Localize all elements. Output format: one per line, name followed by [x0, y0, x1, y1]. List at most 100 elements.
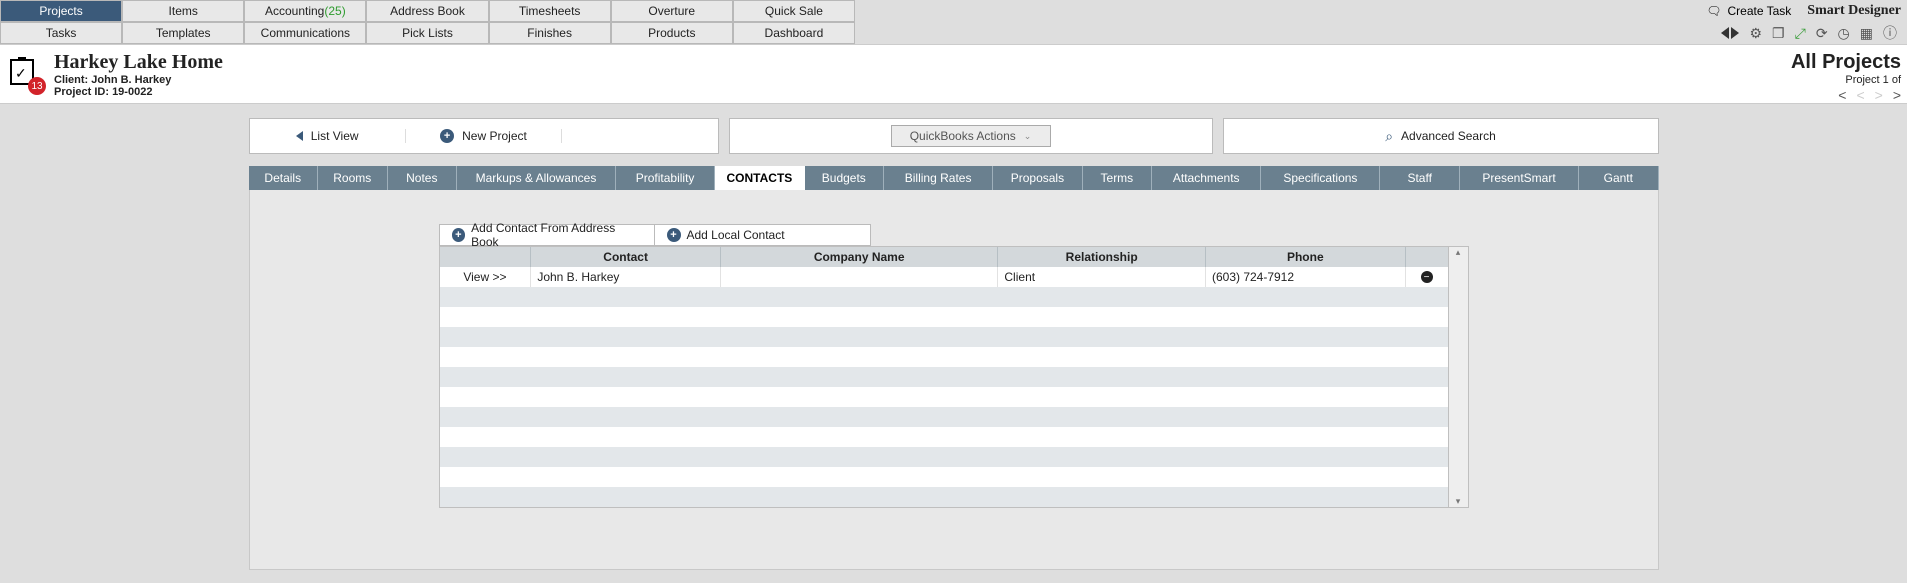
tab-proposals[interactable]: Proposals [993, 166, 1082, 190]
table-row-empty [440, 307, 1448, 327]
speech-icon: 🗨 [1706, 4, 1721, 18]
search-icon: ⌕ [1385, 128, 1393, 145]
table-row-empty [440, 427, 1448, 447]
nav-quick-sale[interactable]: Quick Sale [733, 0, 855, 22]
header-contact: Contact [531, 247, 721, 267]
tab-staff[interactable]: Staff [1380, 166, 1459, 190]
list-view-button[interactable]: List View [250, 129, 406, 143]
new-project-button[interactable]: + New Project [406, 129, 562, 143]
tab-presentsmart[interactable]: PresentSmart [1460, 166, 1579, 190]
table-row-empty [440, 407, 1448, 427]
view-button[interactable]: View >> [440, 267, 532, 287]
chevron-down-icon: ⌄ [1024, 131, 1032, 142]
left-toolbar-box: List View + New Project [249, 118, 719, 154]
expand-icon[interactable]: ⤢ [1795, 26, 1806, 40]
copy-icon[interactable]: ❐ [1772, 26, 1785, 40]
nav-dashboard[interactable]: Dashboard [733, 22, 855, 44]
grid-icon[interactable]: ▦ [1860, 26, 1873, 40]
nav-accounting[interactable]: Accounting (25) [244, 0, 366, 22]
scrollbar[interactable]: ▴ ▾ [1449, 246, 1469, 508]
tab-contacts[interactable]: CONTACTS [715, 166, 804, 190]
table-row-empty [440, 287, 1448, 307]
all-projects-label: All Projects [1791, 51, 1901, 74]
create-task-button[interactable]: 🗨 Create Task [1706, 4, 1791, 18]
delete-button[interactable]: − [1406, 267, 1448, 287]
table-row-empty [440, 487, 1448, 507]
tab-specifications[interactable]: Specifications [1261, 166, 1380, 190]
nav-pick-lists[interactable]: Pick Lists [366, 22, 488, 44]
brand-label: Smart Designer [1807, 3, 1901, 19]
tab-budgets[interactable]: Budgets [805, 166, 884, 190]
scroll-down-icon: ▾ [1456, 496, 1461, 507]
plus-icon: + [440, 129, 454, 143]
nav-address-book[interactable]: Address Book [366, 0, 488, 22]
cell-company [721, 267, 998, 287]
top-right-toolbar: 🗨 Create Task Smart Designer ⚙ ❐ ⤢ ⟳ ◷ ▦… [1706, 0, 1907, 44]
cell-phone: (603) 724-7912 [1206, 267, 1406, 287]
workspace: List View + New Project QuickBooks Actio… [0, 104, 1907, 570]
last-record-icon[interactable]: > [1893, 88, 1901, 102]
nav-products[interactable]: Products [611, 22, 733, 44]
add-local-contact-button[interactable]: + Add Local Contact [655, 224, 871, 246]
add-local-contact-label: Add Local Contact [687, 228, 785, 242]
record-nav-arrows[interactable] [1721, 27, 1739, 39]
tab-rooms[interactable]: Rooms [318, 166, 388, 190]
refresh-icon[interactable]: ⟳ [1816, 26, 1828, 40]
prev-icon [1721, 27, 1729, 39]
cell-contact: John B. Harkey [531, 267, 721, 287]
advanced-search-button[interactable]: ⌕ Advanced Search [1223, 118, 1659, 154]
project-header: ✓ 13 Harkey Lake Home Client: John B. Ha… [0, 44, 1907, 104]
table-row-empty [440, 447, 1448, 467]
nav-tasks[interactable]: Tasks [0, 22, 122, 44]
tab-profitability[interactable]: Profitability [616, 166, 715, 190]
plus-icon: + [452, 228, 466, 242]
nav-templates[interactable]: Templates [122, 22, 244, 44]
list-view-label: List View [311, 129, 359, 143]
tab-notes[interactable]: Notes [388, 166, 458, 190]
task-badge-button[interactable]: ✓ 13 [10, 59, 40, 89]
action-toolbar: List View + New Project QuickBooks Actio… [249, 118, 1659, 154]
gear-icon[interactable]: ⚙ [1749, 26, 1762, 40]
tab-markups-allowances[interactable]: Markups & Allowances [457, 166, 616, 190]
nav-projects[interactable]: Projects [0, 0, 122, 22]
create-task-label: Create Task [1727, 4, 1791, 18]
header-phone: Phone [1206, 247, 1406, 267]
contacts-table-header: Contact Company Name Relationship Phone [440, 247, 1448, 267]
quickbooks-label: QuickBooks Actions [910, 129, 1016, 143]
first-record-icon[interactable]: < [1838, 88, 1846, 102]
table-row-empty [440, 367, 1448, 387]
quickbooks-dropdown[interactable]: QuickBooks Actions ⌄ [891, 125, 1051, 147]
clock-icon[interactable]: ◷ [1838, 26, 1850, 40]
add-from-address-book-button[interactable]: + Add Contact From Address Book [439, 224, 655, 246]
nav-communications[interactable]: Communications [244, 22, 366, 44]
tab-terms[interactable]: Terms [1083, 166, 1153, 190]
tab-bar: DetailsRoomsNotesMarkups & AllowancesPro… [249, 166, 1659, 190]
mid-toolbar-box: QuickBooks Actions ⌄ [729, 118, 1213, 154]
table-row-empty [440, 387, 1448, 407]
nav-finishes[interactable]: Finishes [489, 22, 611, 44]
tab-attachments[interactable]: Attachments [1152, 166, 1261, 190]
prev-record-icon[interactable]: < [1856, 88, 1864, 102]
add-from-address-book-label: Add Contact From Address Book [471, 221, 641, 249]
contacts-table: Contact Company Name Relationship Phone … [439, 246, 1449, 508]
badge-count: 13 [28, 77, 46, 95]
nav-overture[interactable]: Overture [611, 0, 733, 22]
header-company: Company Name [721, 247, 998, 267]
nav-timesheets[interactable]: Timesheets [489, 0, 611, 22]
plus-icon: + [667, 228, 681, 242]
project-title: Harkey Lake Home [54, 51, 223, 74]
next-record-icon[interactable]: > [1875, 88, 1883, 102]
scroll-up-icon: ▴ [1456, 247, 1461, 258]
table-row: View >>John B. HarkeyClient(603) 724-791… [440, 267, 1448, 287]
tab-gantt[interactable]: Gantt [1579, 166, 1658, 190]
tab-details[interactable]: Details [249, 166, 319, 190]
tab-billing-rates[interactable]: Billing Rates [884, 166, 993, 190]
arrow-left-icon [296, 131, 303, 141]
nav-items[interactable]: Items [122, 0, 244, 22]
project-counter: Project 1 of [1791, 74, 1901, 86]
project-client: Client: John B. Harkey [54, 74, 223, 86]
project-id: Project ID: 19-0022 [54, 86, 223, 98]
info-icon[interactable]: ⓘ [1883, 26, 1897, 40]
next-icon [1731, 27, 1739, 39]
table-row-empty [440, 467, 1448, 487]
